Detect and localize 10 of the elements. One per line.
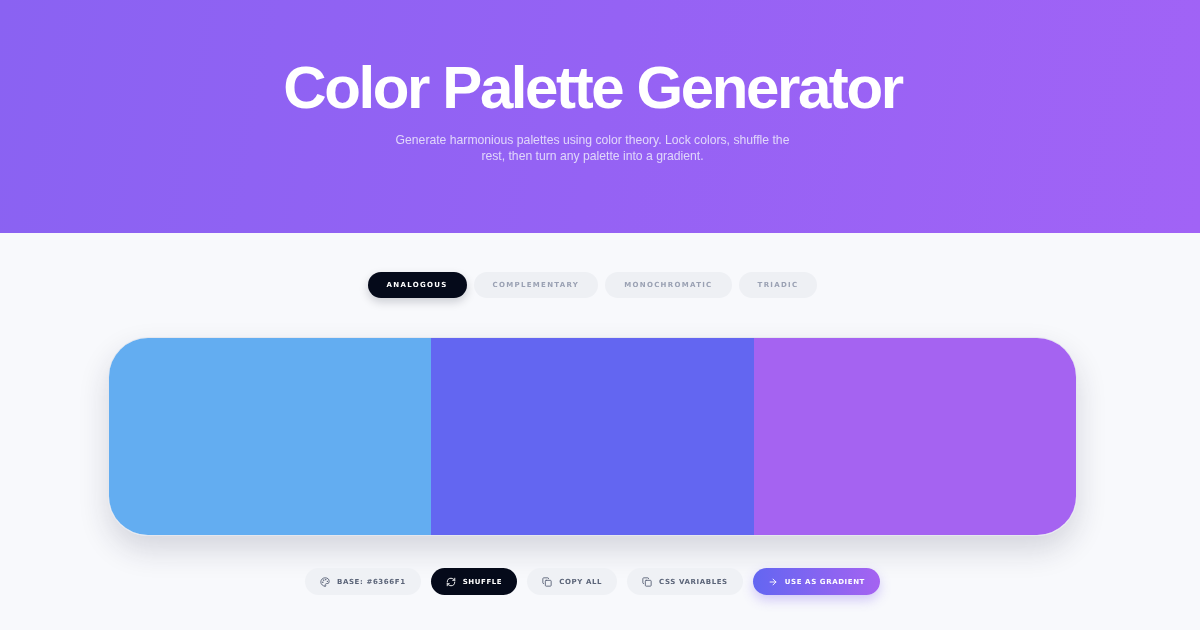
color-swatch[interactable] — [431, 338, 754, 535]
copy-icon — [642, 576, 653, 587]
color-swatch[interactable] — [109, 338, 432, 535]
refresh-icon — [445, 576, 456, 587]
arrow-right-icon — [767, 576, 778, 587]
page-subtitle: Generate harmonious palettes using color theory. Lock colors, shuffle the rest, then turn any palette into a gradient. — [394, 132, 791, 164]
copy-icon — [542, 576, 553, 587]
page-title: Color Palette Generator — [283, 55, 902, 121]
color-swatch[interactable] — [753, 338, 1076, 535]
palette-icon — [320, 576, 330, 587]
